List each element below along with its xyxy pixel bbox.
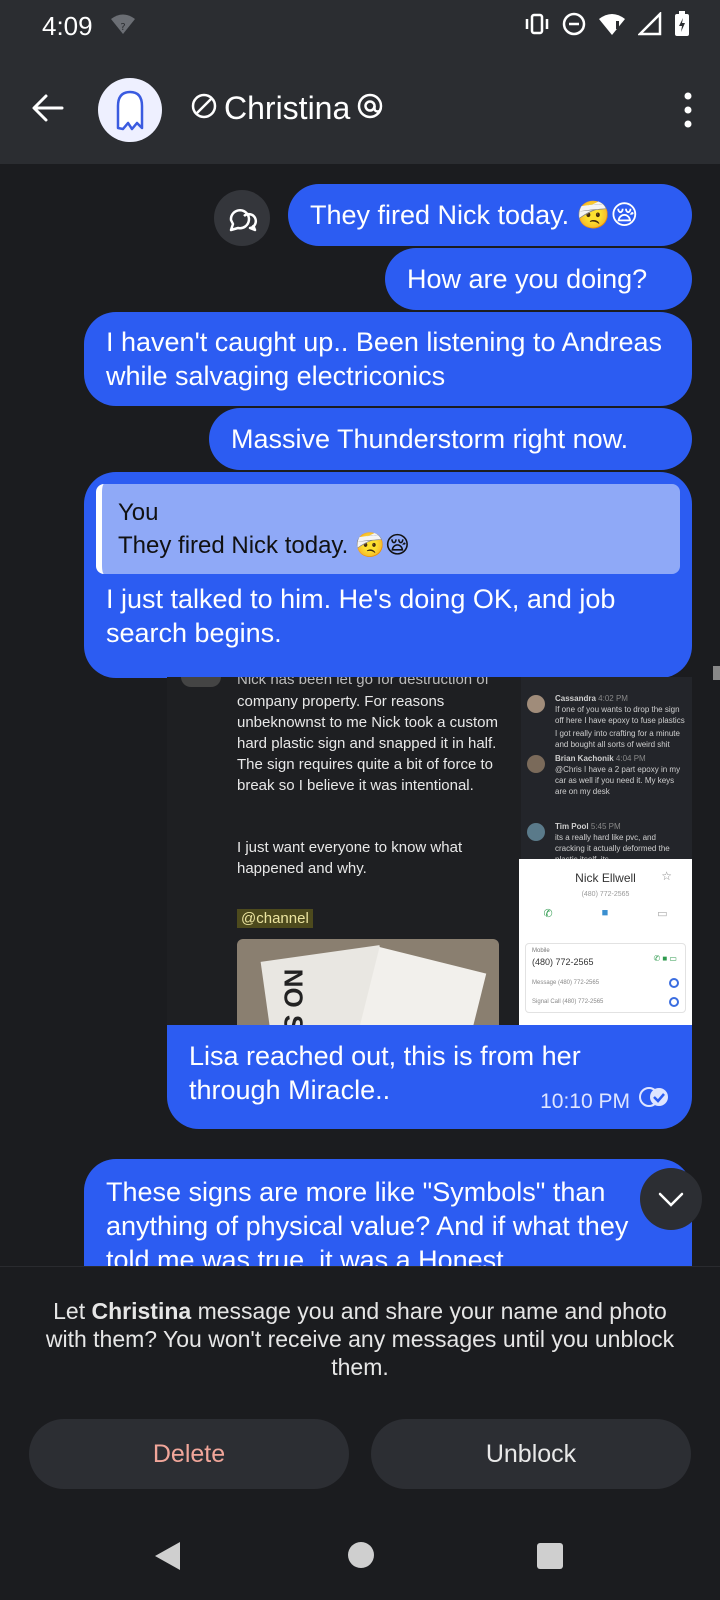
wifi-icon xyxy=(598,12,626,41)
video-icon: ▭ xyxy=(657,908,668,920)
delete-button[interactable]: Delete xyxy=(29,1419,349,1489)
side-chat-text: @Chris I have a 2 part epoxy in my car a… xyxy=(555,765,681,796)
sign-piece xyxy=(357,947,487,1025)
avatar xyxy=(527,695,545,713)
post-closing: I just want everyone to know what happen… xyxy=(237,839,463,877)
conversation-toolbar: Christina xyxy=(0,52,720,164)
back-arrow-icon[interactable] xyxy=(26,86,70,130)
message-text: These signs are more like "Symbols" than… xyxy=(106,1177,629,1266)
message-icon: ■ xyxy=(601,907,609,919)
phone-icon: ✆ xyxy=(543,908,553,920)
ghost-icon xyxy=(116,90,144,131)
image-attachment[interactable]: Nick has been let go for destruction of … xyxy=(167,677,692,1025)
overflow-menu-icon[interactable] xyxy=(684,90,692,130)
read-receipt-icon xyxy=(638,1085,670,1119)
message-text: How are you doing? xyxy=(407,264,648,294)
vibrate-icon xyxy=(524,12,550,41)
message-bubble[interactable]: I haven't caught up.. Been listening to … xyxy=(84,312,692,406)
channel-mention: @channel xyxy=(237,909,313,928)
prompt-name: Christina xyxy=(91,1298,192,1324)
status-left: 4:09 ? xyxy=(42,11,137,42)
wifi-badge: ? xyxy=(120,22,125,33)
mobile-number: (480) 772-2565 xyxy=(532,957,594,967)
status-time: 4:09 xyxy=(42,10,93,41)
block-prompt-text: Let Christina message you and share your… xyxy=(40,1297,680,1381)
side-chat-text: I got really into crafting for a minute … xyxy=(555,729,680,749)
avatar xyxy=(527,755,545,773)
wifi-question-icon: ? xyxy=(109,12,137,41)
side-chat-screenshot: Cassandra 4:02 PM If one of you wants to… xyxy=(521,677,692,864)
avatar xyxy=(527,823,545,841)
status-right xyxy=(524,10,690,42)
contact-card-screenshot: Nick Ellwell ☆ (480) 772-2565 ✆ ■ ▭ Mobi… xyxy=(519,859,692,1025)
side-chat-name: Cassandra xyxy=(555,694,596,703)
contact-title[interactable]: Christina xyxy=(190,90,384,127)
nav-home-icon[interactable] xyxy=(348,1542,374,1568)
reaction-button[interactable] xyxy=(214,190,270,246)
dnd-icon xyxy=(562,12,586,41)
nav-back-icon[interactable] xyxy=(152,1540,182,1577)
message-bubble[interactable]: They fired Nick today. 🤕😪 xyxy=(288,184,692,246)
message-meta: 10:10 PM xyxy=(540,1085,670,1119)
sign-text: NO S xyxy=(278,968,309,1025)
status-bar: 4:09 ? xyxy=(0,0,720,52)
scrollbar-thumb[interactable] xyxy=(713,666,720,680)
scroll-to-bottom-button[interactable] xyxy=(640,1168,702,1230)
side-chat-name: Brian Kachonik xyxy=(555,754,614,763)
avatar xyxy=(181,677,221,687)
message-text: They fired Nick today. 🤕😪 xyxy=(310,200,639,230)
message-list[interactable]: They fired Nick today. 🤕😪 How are you do… xyxy=(0,164,720,1266)
message-time: 10:10 PM xyxy=(540,1090,630,1113)
side-chat-time: 5:45 PM xyxy=(590,822,621,831)
message-text: Massive Thunderstorm right now. xyxy=(231,424,629,454)
signal-icon xyxy=(669,997,679,1007)
card-actions: ✆ ■ ▭ xyxy=(519,907,692,920)
message-bubble[interactable]: These signs are more like "Symbols" than… xyxy=(84,1159,692,1266)
quoted-message[interactable]: You They fired Nick today. 🤕😪 xyxy=(96,484,680,574)
mobile-label: Mobile xyxy=(532,948,550,954)
avatar[interactable] xyxy=(98,78,162,142)
call-icons: ✆ ■ ▭ xyxy=(653,954,677,963)
chevron-down-icon xyxy=(658,1192,684,1207)
side-chat-text: If one of you wants to drop the sign off… xyxy=(555,705,685,725)
battery-icon xyxy=(674,10,690,42)
star-icon: ☆ xyxy=(661,869,672,883)
message-bubble[interactable]: Massive Thunderstorm right now. xyxy=(209,408,692,470)
sign-photo: NO S xyxy=(237,939,499,1025)
side-chat-time: 4:02 PM xyxy=(598,694,628,703)
message-row: Message (480) 772-2565 xyxy=(532,980,600,986)
post-body: company property. For reasons unbeknowns… xyxy=(237,693,498,794)
signal-row: Signal Call (480) 772-2565 xyxy=(532,999,604,1005)
message-bubble[interactable]: How are you doing? xyxy=(385,248,692,310)
signal-icon xyxy=(636,10,662,41)
contact-name: Christina xyxy=(224,90,351,126)
side-chat-name: Tim Pool xyxy=(555,822,589,831)
side-chat-time: 4:04 PM xyxy=(615,754,646,763)
message-bubble-with-quote[interactable]: You They fired Nick today. 🤕😪 I just tal… xyxy=(84,472,692,678)
post-cutoff: Nick has been let go for destruction of xyxy=(237,677,489,688)
prompt-prefix: Let xyxy=(53,1298,92,1324)
card-details: Mobile (480) 772-2565 ✆ ■ ▭ Message (480… xyxy=(525,943,686,1013)
nav-recents-icon[interactable] xyxy=(537,1543,563,1569)
at-icon xyxy=(356,92,384,125)
unblock-button[interactable]: Unblock xyxy=(371,1419,691,1489)
signal-icon xyxy=(669,978,679,988)
blocked-icon xyxy=(190,92,218,125)
message-bubble[interactable]: Lisa reached out, this is from her throu… xyxy=(167,1025,692,1129)
quote-text: They fired Nick today. 🤕😪 xyxy=(118,532,410,559)
message-text: I haven't caught up.. Been listening to … xyxy=(106,327,663,391)
chat-bubbles-icon xyxy=(229,208,257,232)
message-request-panel: Let Christina message you and share your… xyxy=(0,1266,720,1510)
system-nav-bar xyxy=(0,1510,720,1600)
quote-author: You xyxy=(118,499,159,526)
message-text: I just talked to him. He's doing OK, and… xyxy=(106,584,616,648)
card-phone: (480) 772-2565 xyxy=(581,891,630,898)
